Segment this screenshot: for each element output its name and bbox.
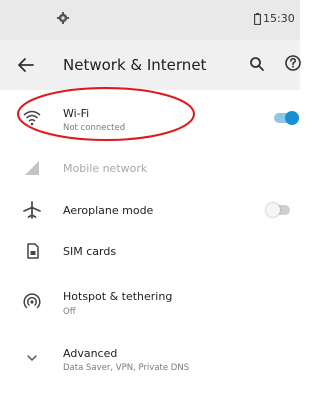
search-icon[interactable] [248, 55, 266, 73]
airplane-icon [23, 201, 41, 219]
hotspot-title: Hotspot & tethering [63, 290, 173, 303]
sim-card-icon [27, 243, 39, 259]
list-item-sim-cards[interactable]: SIM cards [0, 232, 300, 272]
mobile-network-title: Mobile network [63, 162, 148, 175]
list-item-advanced[interactable]: Advanced Data Saver, VPN, Private DNS [0, 330, 300, 388]
list-item-wifi[interactable]: Wi-Fi Not connected [0, 90, 300, 148]
list-item-aeroplane-mode[interactable]: Aeroplane mode [0, 188, 300, 232]
page-title: Network & Internet [63, 56, 207, 74]
help-icon[interactable] [284, 54, 302, 72]
list-item-mobile-network[interactable]: Mobile network [0, 148, 300, 188]
arrow-left-icon[interactable] [15, 54, 37, 76]
advanced-title: Advanced [63, 347, 118, 360]
hotspot-subtitle: Off [63, 307, 76, 317]
battery-icon [254, 13, 261, 25]
sim-cards-title: SIM cards [63, 245, 117, 258]
wifi-subtitle: Not connected [63, 123, 126, 133]
gear-icon [57, 12, 69, 24]
wifi-title: Wi-Fi [63, 107, 90, 120]
wifi-toggle[interactable] [274, 111, 300, 125]
aeroplane-mode-toggle[interactable] [266, 203, 292, 217]
wifi-icon [23, 110, 41, 126]
status-time: 15:30 [263, 12, 295, 25]
advanced-subtitle: Data Saver, VPN, Private DNS [63, 363, 190, 373]
list-item-hotspot[interactable]: Hotspot & tethering Off [0, 272, 300, 330]
status-bar: 15:30 [0, 0, 300, 40]
signal-icon [25, 161, 39, 175]
chevron-down-icon [27, 355, 37, 361]
aeroplane-mode-title: Aeroplane mode [63, 204, 154, 217]
hotspot-icon [23, 293, 41, 309]
